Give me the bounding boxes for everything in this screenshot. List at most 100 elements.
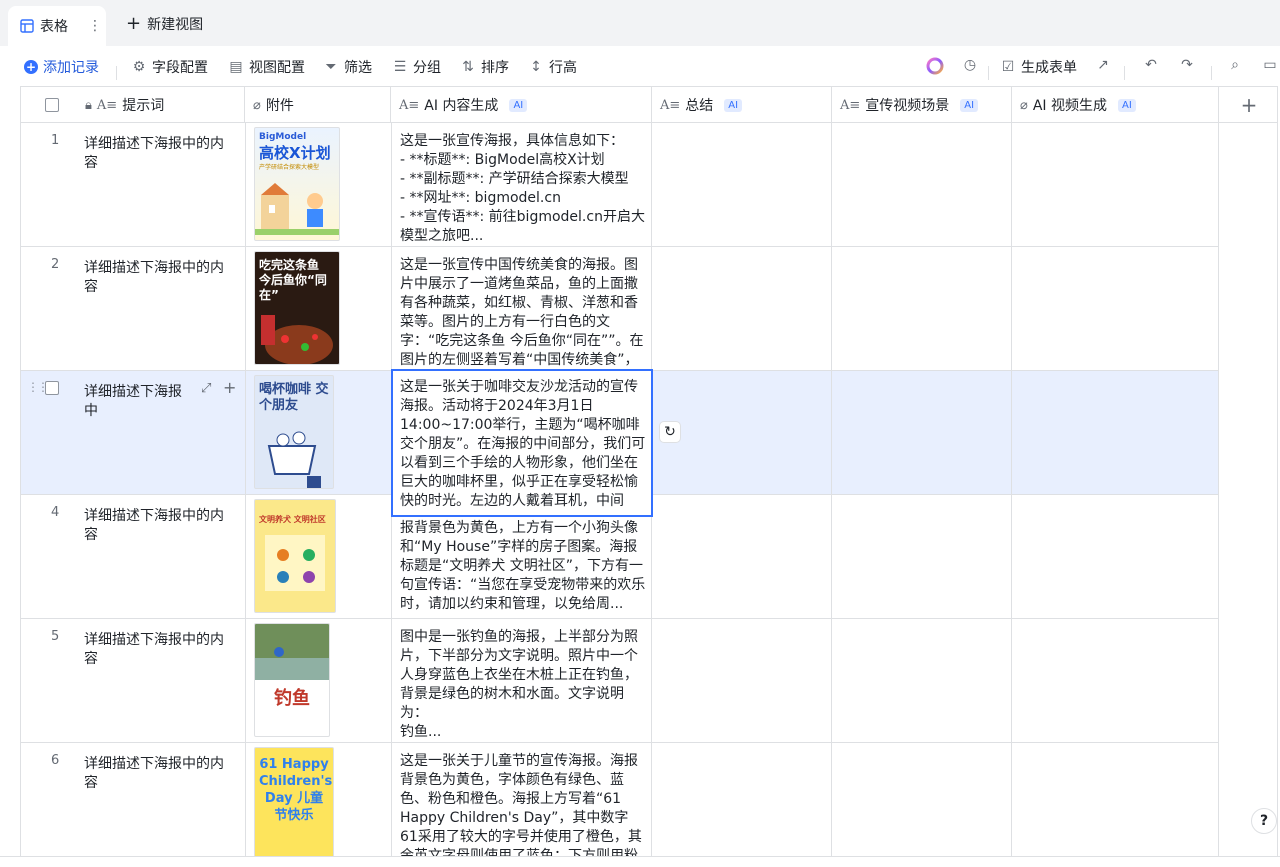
column-header-ai-content[interactable]: A≡ AI 内容生成 AI bbox=[391, 87, 652, 123]
plus-icon: + bbox=[126, 13, 142, 34]
text-field-icon: A≡ bbox=[840, 97, 861, 113]
help-icon[interactable]: ? bbox=[1251, 808, 1277, 834]
row-height-icon: ↕ bbox=[530, 59, 542, 75]
attachment-thumbnail[interactable]: 钓鱼 bbox=[254, 623, 330, 737]
new-view-button[interactable]: + 新建视图 bbox=[126, 14, 203, 34]
group-button[interactable]: ☰ 分组 bbox=[392, 57, 441, 77]
row-checkbox[interactable] bbox=[45, 381, 59, 395]
attachment-thumbnail[interactable]: 喝杯咖啡 交个朋友 bbox=[254, 375, 334, 489]
poster-illustration-icon bbox=[255, 183, 339, 235]
grid-header: 🔒︎ A≡ 提示词 ⌀ 附件 A≡ AI 内容生成 AI A≡ 总结 AI A≡… bbox=[21, 87, 1277, 123]
view-config-button[interactable]: ▤ 视图配置 bbox=[228, 57, 305, 77]
ai-content-cell[interactable]: 报背景色为黄色，上方有一个小狗头像和“My House”字样的房子图案。海报标题… bbox=[400, 519, 646, 615]
col-divider bbox=[1218, 495, 1219, 619]
filter-label: 筛选 bbox=[344, 60, 372, 76]
col-divider bbox=[391, 619, 392, 743]
group-icon: ☰ bbox=[393, 59, 407, 75]
add-column-button[interactable]: + bbox=[1219, 87, 1277, 123]
text-field-icon: A≡ bbox=[660, 97, 681, 113]
ai-content-cell[interactable]: 这是一张关于儿童节的宣传海报。海报背景色为黄色，字体颜色有绿色、蓝色、粉色和橙色… bbox=[400, 752, 646, 856]
search-button[interactable]: ⌕ bbox=[1227, 57, 1243, 73]
gear-icon: ⚙ bbox=[132, 59, 146, 75]
row-height-button[interactable]: ↕ 行高 bbox=[528, 57, 577, 77]
new-view-label: 新建视图 bbox=[147, 17, 204, 33]
data-grid: 🔒︎ A≡ 提示词 ⌀ 附件 A≡ AI 内容生成 AI A≡ 总结 AI A≡… bbox=[20, 86, 1278, 856]
paperclip-icon: ⌀ bbox=[253, 97, 261, 113]
thumb-title: 喝杯咖啡 交个朋友 bbox=[259, 382, 329, 413]
share-button[interactable]: ↗ bbox=[1095, 57, 1111, 73]
column-name: 附件 bbox=[265, 98, 294, 114]
prompt-cell[interactable]: 详细描述下海报中的内容 bbox=[84, 755, 234, 793]
add-record-label: 添加记录 bbox=[43, 60, 99, 76]
row-number: 4 bbox=[51, 505, 60, 520]
insert-row-plus-icon[interactable]: + bbox=[223, 378, 236, 397]
attachment-thumbnail[interactable]: 吃完这条鱼 今后鱼你“同在” bbox=[254, 251, 340, 365]
active-cell-editor[interactable]: 这是一张关于咖啡交友沙龙活动的宣传海报。活动将于2024年3月1日14:00~1… bbox=[391, 369, 653, 517]
thumb-title: 吃完这条鱼 今后鱼你“同在” bbox=[259, 258, 327, 302]
col-divider bbox=[651, 743, 652, 856]
row-number: 1 bbox=[51, 133, 60, 148]
lock-icon: 🔒︎ bbox=[85, 97, 92, 113]
table-row[interactable]: 6 详细描述下海报中的内容 61 Happy Children's Day 儿童… bbox=[21, 743, 1219, 856]
col-divider bbox=[245, 619, 246, 743]
drag-handle-icon[interactable]: ⋮⋮ bbox=[27, 380, 49, 394]
tab-table-view[interactable]: 表格 ⋮ bbox=[8, 6, 106, 46]
column-header-attachment[interactable]: ⌀ 附件 bbox=[245, 87, 391, 123]
sort-label: 排序 bbox=[481, 60, 509, 76]
ai-tag: AI bbox=[960, 98, 979, 112]
search-icon: ⌕ bbox=[1231, 57, 1239, 73]
select-all-checkbox[interactable] bbox=[21, 87, 85, 123]
grid-footer bbox=[0, 856, 1280, 867]
attachment-thumbnail[interactable]: 61 Happy Children's Day 儿童节快乐 bbox=[254, 747, 334, 856]
field-config-button[interactable]: ⚙ 字段配置 bbox=[131, 57, 208, 77]
table-row[interactable]: 5 详细描述下海报中的内容 钓鱼 图中是一张钓鱼的海报，上半部分为照片，下半部分… bbox=[21, 619, 1219, 743]
ai-orb-icon bbox=[926, 57, 944, 75]
col-divider bbox=[1011, 247, 1012, 371]
share-icon: ↗ bbox=[1097, 57, 1109, 73]
regenerate-refresh-icon[interactable]: ↻ bbox=[659, 421, 681, 443]
column-name: AI 视频生成 bbox=[1032, 98, 1107, 114]
column-header-prompt[interactable]: 🔒︎ A≡ 提示词 bbox=[77, 87, 245, 123]
sort-button[interactable]: ⇅ 排序 bbox=[460, 57, 509, 77]
col-divider bbox=[245, 743, 246, 856]
ai-content-cell[interactable]: 这是一张关于咖啡交友沙龙活动的宣传海报。活动将于2024年3月1日14:00~1… bbox=[400, 378, 646, 510]
tab-label: 表格 bbox=[40, 19, 68, 35]
redo-button[interactable]: ↷ bbox=[1179, 57, 1195, 73]
table-icon bbox=[20, 19, 34, 33]
ai-content-cell[interactable]: 这是一张宣传海报，具体信息如下： - **标题**: BigModel高校X计划… bbox=[400, 132, 646, 244]
ai-content-cell[interactable]: 图中是一张钓鱼的海报，上半部分为照片，下半部分为文字说明。照片中一个人身穿蓝色上… bbox=[400, 628, 646, 740]
column-header-video-scene[interactable]: A≡ 宣传视频场景 AI bbox=[832, 87, 1012, 123]
col-divider bbox=[245, 495, 246, 619]
row-number: 2 bbox=[51, 257, 60, 272]
prompt-cell[interactable]: 详细描述下海报中 bbox=[84, 383, 194, 421]
undo-button[interactable]: ↶ bbox=[1143, 57, 1159, 73]
filter-button[interactable]: ⏷ 筛选 bbox=[323, 57, 372, 77]
add-record-button[interactable]: + 添加记录 bbox=[24, 57, 99, 77]
table-row[interactable]: 2 详细描述下海报中的内容 吃完这条鱼 今后鱼你“同在” 这是一张宣传中国传统美… bbox=[21, 247, 1219, 371]
prompt-cell[interactable]: 详细描述下海报中的内容 bbox=[84, 507, 234, 545]
coffee-illustration-icon bbox=[267, 431, 321, 488]
checkbox[interactable] bbox=[45, 98, 59, 112]
automation-button[interactable]: ◷ bbox=[962, 57, 978, 73]
attachment-thumbnail[interactable]: 文明养犬 文明社区 bbox=[254, 499, 336, 613]
more-icon[interactable]: ⋮ bbox=[88, 18, 102, 34]
prompt-cell[interactable]: 详细描述下海报中的内容 bbox=[84, 135, 234, 173]
col-divider bbox=[651, 619, 652, 743]
table-row[interactable]: 1 详细描述下海报中的内容 BigModel 高校X计划 产学研结合探索大模型 … bbox=[21, 123, 1219, 247]
column-header-ai-video[interactable]: ⌀ AI 视频生成 AI bbox=[1012, 87, 1219, 123]
view-tab-bar: 表格 ⋮ + 新建视图 bbox=[0, 0, 1280, 46]
add-circle-icon: + bbox=[24, 60, 38, 74]
prompt-cell[interactable]: 详细描述下海报中的内容 bbox=[84, 259, 234, 297]
column-header-summary[interactable]: A≡ 总结 AI bbox=[652, 87, 832, 123]
view-config-label: 视图配置 bbox=[249, 60, 305, 76]
ai-content-cell[interactable]: 这是一张宣传中国传统美食的海报。图片中展示了一道烤鱼菜品，鱼的上面撒有各种蔬菜，… bbox=[400, 256, 646, 368]
fishing-photo-icon bbox=[255, 624, 329, 680]
prompt-cell[interactable]: 详细描述下海报中的内容 bbox=[84, 631, 234, 669]
expand-icon[interactable]: ⤢ bbox=[201, 381, 211, 396]
attachment-thumbnail[interactable]: BigModel 高校X计划 产学研结合探索大模型 bbox=[254, 127, 340, 241]
generate-form-button[interactable]: ☑ 生成表单 bbox=[1000, 57, 1077, 77]
form-check-icon: ☑ bbox=[1001, 59, 1015, 75]
comment-button[interactable]: ▭ bbox=[1262, 57, 1278, 73]
ai-assistant-button[interactable] bbox=[926, 57, 944, 75]
col-divider bbox=[1218, 371, 1219, 495]
